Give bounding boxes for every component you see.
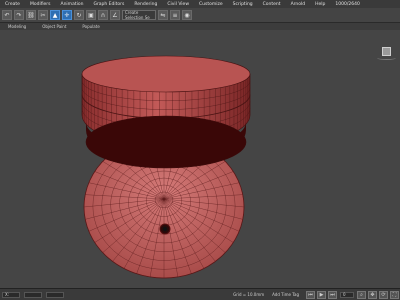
status-bar: X: Grid = 10.0mm Add Time Tag ⏮ ▶ ⏭ 0 ⌕ … [0, 288, 400, 300]
main-toolbar: ↶ ↷ ⛓ ✂ ▲ ✛ ↻ ▣ ∩ ∠ Create Selection Se … [0, 8, 400, 23]
mirror-icon[interactable]: ⇋ [158, 10, 168, 20]
lid-cylinder [81, 55, 251, 169]
menu-item-counter: 1000/2640 [335, 1, 360, 7]
menu-item-modifiers[interactable]: Modifiers [25, 2, 56, 7]
pan-icon[interactable]: ✥ [368, 290, 377, 299]
goto-end-icon[interactable]: ⏭ [328, 290, 337, 299]
play-icon[interactable]: ▶ [317, 290, 326, 299]
maximize-viewport-icon[interactable]: ⛶ [390, 290, 399, 299]
menu-item-create[interactable]: Create [0, 2, 25, 7]
grid-readout: Grid = 10.0mm [233, 292, 265, 297]
coordinate-y-field[interactable] [24, 291, 42, 298]
snap-icon[interactable]: ∩ [98, 10, 108, 20]
menu-item-arnold[interactable]: Arnold [286, 2, 311, 7]
unlink-icon[interactable]: ✂ [38, 10, 48, 20]
menu-item-civil-view[interactable]: Civil View [162, 2, 194, 7]
add-time-tag[interactable]: Add Time Tag [272, 292, 299, 297]
mesh-model[interactable] [0, 30, 400, 288]
scale-icon[interactable]: ▣ [86, 10, 96, 20]
rotate-icon[interactable]: ↻ [74, 10, 84, 20]
coordinate-x-field[interactable]: X: [2, 291, 20, 298]
angle-snap-icon[interactable]: ∠ [110, 10, 120, 20]
select-icon[interactable]: ▲ [50, 10, 60, 20]
tab-modeling[interactable]: Modeling [0, 24, 34, 29]
tab-object-paint[interactable]: Object Paint [34, 24, 74, 29]
ribbon: Modeling Object Paint Populate [0, 23, 400, 30]
menu-item-animation[interactable]: Animation [56, 2, 89, 7]
menu-item-graph-editors[interactable]: Graph Editors [88, 2, 129, 7]
menu-item-rendering[interactable]: Rendering [129, 2, 162, 7]
coordinate-z-field[interactable] [46, 291, 64, 298]
undo-icon[interactable]: ↶ [2, 10, 12, 20]
frame-field[interactable]: 0 [340, 291, 354, 298]
tab-populate[interactable]: Populate [74, 24, 107, 29]
zoom-icon[interactable]: ⌕ [357, 290, 366, 299]
menu-item-customize[interactable]: Customize [194, 2, 228, 7]
orbit-icon[interactable]: ⟳ [379, 290, 388, 299]
screw-hole-center [162, 226, 168, 232]
goto-start-icon[interactable]: ⏮ [306, 290, 315, 299]
render-icon[interactable]: ◉ [182, 10, 192, 20]
move-icon[interactable]: ✛ [62, 10, 72, 20]
link-icon[interactable]: ⛓ [26, 10, 36, 20]
selection-set-dropdown[interactable]: Create Selection Se [122, 10, 156, 20]
align-icon[interactable]: ≡ [170, 10, 180, 20]
menu-item-help[interactable]: Help [310, 2, 330, 7]
menu-item-scripting[interactable]: Scripting [228, 2, 258, 7]
menu-item-content[interactable]: Content [258, 2, 286, 7]
redo-icon[interactable]: ↷ [14, 10, 24, 20]
perspective-viewport[interactable] [0, 30, 400, 288]
menu-bar: Create Modifiers Animation Graph Editors… [0, 0, 400, 8]
